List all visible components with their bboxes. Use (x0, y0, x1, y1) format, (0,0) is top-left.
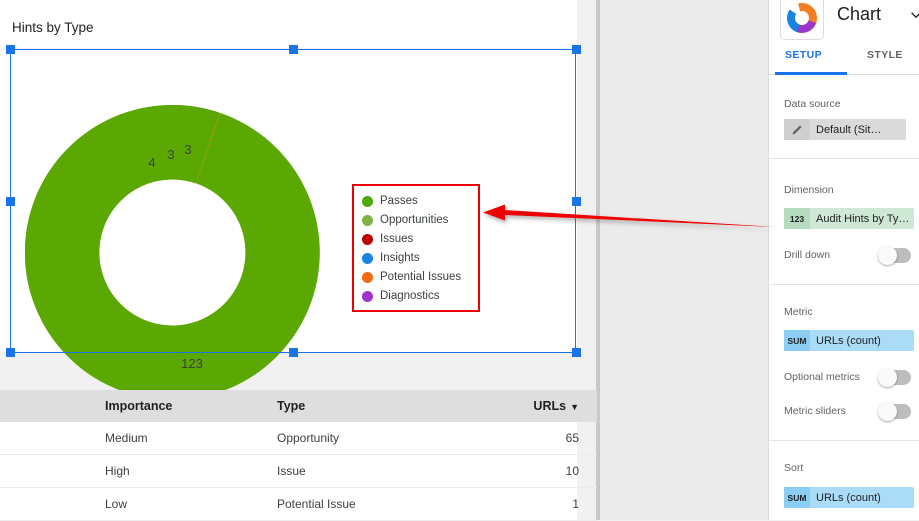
section-divider (769, 158, 919, 159)
data-table: Importance Type URLs ▼ Medium Opportunity… (0, 390, 597, 521)
cell-importance: Low (0, 487, 275, 521)
section-label-metric: Metric (784, 306, 813, 318)
optional-metrics-toggle[interactable] (878, 368, 911, 387)
chart-legend[interactable]: Passes Opportunities Issues Insights Pot… (352, 184, 480, 312)
legend-color-swatch-issues (362, 234, 373, 245)
section-divider (769, 440, 919, 441)
sort-chip[interactable]: SUM URLs (count) (784, 487, 914, 508)
sort-descending-icon[interactable]: ▼ (570, 402, 579, 412)
legend-item[interactable]: Diagnostics (362, 287, 470, 306)
tab-setup[interactable]: SETUP (785, 49, 822, 61)
legend-color-swatch-diagnostics (362, 291, 373, 302)
resize-handle-top-center[interactable] (289, 45, 298, 54)
resize-handle-top-right[interactable] (572, 45, 581, 54)
slice-label-insights: 3 (184, 142, 191, 157)
chart-type-button[interactable] (780, 0, 824, 40)
data-source-value: Default (Sit… (816, 123, 882, 136)
legend-label: Insights (380, 252, 420, 264)
toggle-knob (878, 368, 897, 387)
cell-importance: Medium (0, 422, 275, 455)
resize-handle-top-left[interactable] (6, 45, 15, 54)
legend-item[interactable]: Insights (362, 249, 470, 268)
number-type-icon: 123 (784, 208, 810, 229)
slice-label-opportunities: 4 (148, 155, 155, 170)
legend-color-swatch-opportunities (362, 215, 373, 226)
section-divider (769, 284, 919, 285)
legend-label: Issues (380, 233, 414, 245)
resize-handle-middle-right[interactable] (572, 197, 581, 206)
legend-item[interactable]: Issues (362, 230, 470, 249)
donut-chart-icon (787, 2, 817, 33)
donut-chart-card[interactable]: 4 3 3 123 Passes Opportunities Issues In… (0, 50, 577, 400)
tab-style[interactable]: STYLE (867, 49, 903, 61)
legend-color-swatch-potential-issues (362, 272, 373, 283)
label-optional-metrics: Optional metrics (784, 371, 860, 383)
report-canvas: Hints by Type 4 3 3 123 Passes Opportuni… (0, 0, 597, 521)
data-table-card[interactable]: Importance Type URLs ▼ Medium Opportunity… (0, 390, 597, 521)
table-row[interactable]: Medium Opportunity 65 (0, 422, 597, 455)
column-header-importance[interactable]: Importance (0, 390, 275, 422)
chevron-down-icon[interactable] (909, 8, 919, 22)
tab-active-indicator (775, 72, 847, 75)
table-header-row: Importance Type URLs ▼ (0, 390, 597, 422)
panel-title: Chart (837, 4, 882, 24)
pencil-icon (784, 119, 810, 140)
legend-item[interactable]: Passes (362, 192, 470, 211)
legend-color-swatch-passes (362, 196, 373, 207)
section-label-data-source: Data source (784, 98, 841, 110)
legend-label: Opportunities (380, 214, 449, 226)
app-root: Hints by Type 4 3 3 123 Passes Opportuni… (0, 0, 919, 521)
resize-handle-middle-left[interactable] (6, 197, 15, 206)
chart-title: Hints by Type (12, 20, 94, 35)
dimension-chip[interactable]: 123 Audit Hints by Ty… (784, 208, 914, 229)
sort-value: URLs (count) (816, 491, 881, 504)
legend-label: Diagnostics (380, 290, 440, 302)
cell-type: Opportunity (275, 422, 462, 455)
table-row[interactable]: High Issue 10 (0, 454, 597, 488)
resize-handle-bottom-right[interactable] (572, 348, 581, 357)
section-label-dimension: Dimension (784, 184, 834, 196)
metric-value: URLs (count) (816, 334, 881, 347)
data-source-chip[interactable]: Default (Sit… (784, 119, 906, 140)
sum-aggregation-icon: SUM (784, 487, 810, 508)
slice-label-passes: 123 (181, 356, 203, 371)
cell-type: Issue (275, 454, 462, 488)
cell-urls: 1 (462, 487, 597, 521)
slice-label-issues: 3 (167, 147, 174, 162)
legend-label: Potential Issues (380, 271, 462, 283)
cell-urls: 10 (462, 454, 597, 488)
resize-handle-bottom-center[interactable] (289, 348, 298, 357)
label-drill-down: Drill down (784, 249, 831, 261)
cell-urls: 65 (462, 422, 597, 455)
properties-panel: Chart SETUP STYLE Data source Default (S… (768, 0, 919, 520)
column-header-urls[interactable]: URLs ▼ (462, 390, 597, 422)
workspace-background (600, 0, 768, 520)
panel-tabs: SETUP STYLE (769, 44, 919, 75)
panel-header: Chart (769, 0, 919, 44)
toggle-knob (878, 402, 897, 421)
label-metric-sliders: Metric sliders (784, 405, 846, 417)
legend-label: Passes (380, 195, 418, 207)
sum-aggregation-icon: SUM (784, 330, 810, 351)
metric-sliders-toggle[interactable] (878, 402, 911, 421)
legend-item[interactable]: Opportunities (362, 211, 470, 230)
cell-type: Potential Issue (275, 487, 462, 521)
column-header-type[interactable]: Type (275, 390, 462, 422)
table-row[interactable]: Low Potential Issue 1 (0, 487, 597, 521)
resize-handle-bottom-left[interactable] (6, 348, 15, 357)
legend-color-swatch-insights (362, 253, 373, 264)
donut-svg: 4 3 3 123 (25, 105, 320, 400)
drill-down-toggle[interactable] (878, 246, 911, 265)
column-header-urls-label: URLs (533, 399, 567, 413)
donut-chart[interactable]: 4 3 3 123 (25, 105, 320, 400)
section-label-sort: Sort (784, 462, 804, 474)
metric-chip[interactable]: SUM URLs (count) (784, 330, 914, 351)
toggle-knob (878, 246, 897, 265)
dimension-value: Audit Hints by Ty… (816, 212, 910, 225)
legend-item[interactable]: Potential Issues (362, 268, 470, 287)
cell-importance: High (0, 454, 275, 488)
chart-title-card: Hints by Type (0, 0, 577, 48)
